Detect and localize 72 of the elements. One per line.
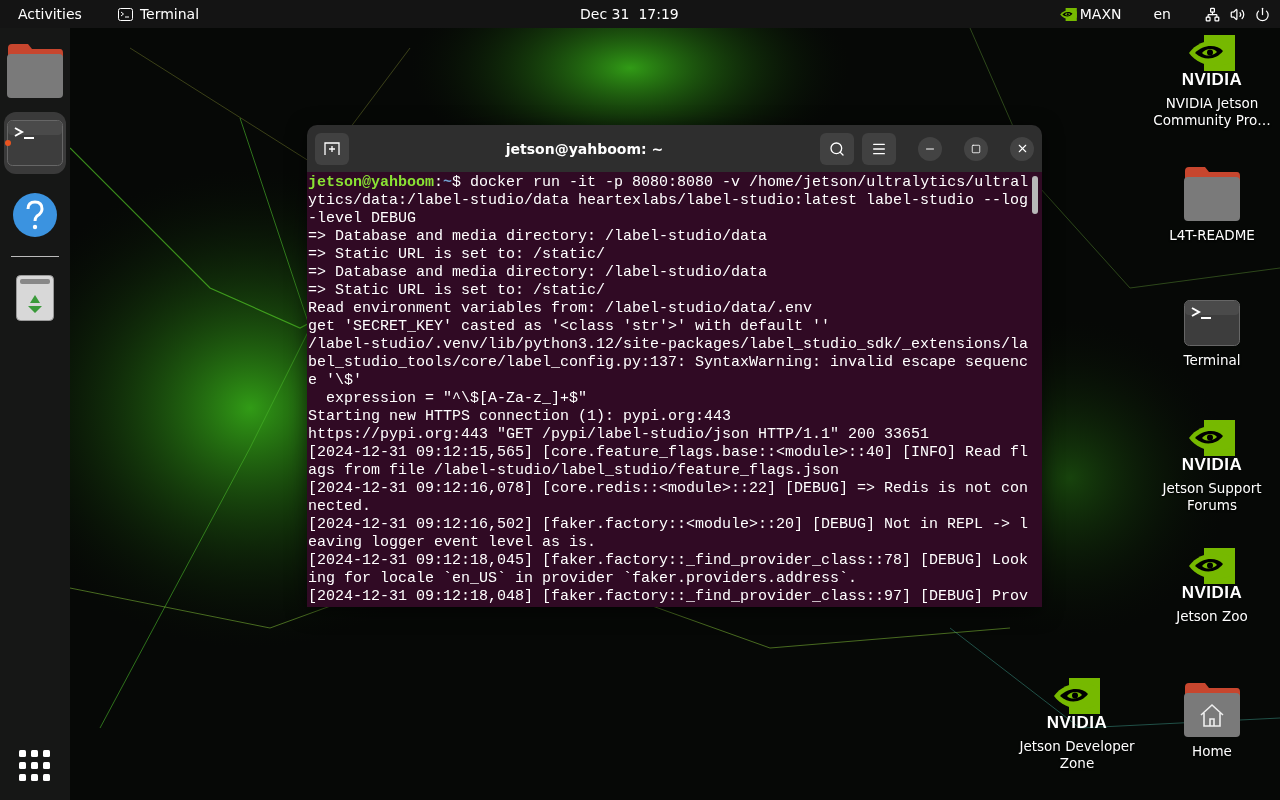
folder-icon: [1183, 167, 1241, 221]
home-folder-icon: [1183, 683, 1241, 737]
power-icon[interactable]: [1255, 6, 1270, 22]
volume-icon[interactable]: [1230, 6, 1245, 22]
desktop-icon-label[interactable]: NVIDIA Jetson Community Pro…: [1147, 95, 1277, 129]
logo-wordmark: NVIDIA: [1046, 714, 1108, 732]
terminal-line: /label-studio/.venv/lib/python3.12/site-packages/label_studio_sdk/_extensions/la: [308, 336, 1030, 354]
app-menu[interactable]: Terminal: [139, 6, 200, 22]
maximize-button[interactable]: [964, 136, 988, 161]
eye-logo-icon: [1054, 678, 1100, 714]
scrollbar-thumb[interactable]: [1032, 176, 1038, 214]
terminal-line: -level DEBUG: [308, 210, 418, 228]
desktop-icon-label[interactable]: Terminal: [1183, 352, 1241, 369]
terminal-line: [2024-12-31 09:12:18,048] [faker.factory::_find_provider_class::97] [DEBUG] Prov: [308, 588, 1030, 606]
search-icon: [829, 140, 845, 157]
terminal-line: => Static URL is set to: /static/: [308, 246, 607, 264]
app-grid-icon[interactable]: [19, 750, 51, 782]
desktop-icon-label[interactable]: Jetson Developer Zone: [1012, 738, 1142, 772]
clock-time[interactable]: 17:19: [638, 6, 679, 22]
terminal-line: => Database and media directory: /label-studio/data: [308, 264, 769, 282]
terminal-line: [2024-12-31 09:12:16,502] [faker.factory::<module>::20] [DEBUG] Not in REPL -> l: [308, 516, 1030, 534]
prompt-colon: :: [434, 174, 444, 191]
terminal-line: https://pypi.org:443 "GET /pypi/label-studio/json HTTP/1.1" 200 33651: [308, 426, 931, 444]
power-mode-indicator[interactable]: MAXN: [1079, 6, 1122, 22]
new-tab-icon: [324, 141, 340, 156]
eye-logo-icon: [1189, 548, 1235, 584]
terminal-line: [2024-12-31 09:12:15,565] [core.feature_flags.base::<module>::40] [INFO] Read fl: [308, 444, 1030, 462]
terminal-app-icon: [117, 7, 133, 21]
minimize-button[interactable]: [918, 136, 942, 161]
search-button[interactable]: [820, 132, 854, 165]
terminal-line: ags from file /label-studio/label_studio/feature_flags.json: [308, 462, 841, 480]
new-tab-button[interactable]: [315, 132, 349, 165]
menu-button[interactable]: [862, 132, 896, 165]
terminal-line: [2024-12-31 09:12:18,045] [faker.factory::_find_provider_class::78] [DEBUG] Look: [308, 552, 1030, 570]
terminal-line: [2024-12-31 09:12:16,078] [core.redis::<module>::22] [DEBUG] => Redis is not con: [308, 480, 1030, 498]
terminal-line: eaving logger event level as is.: [308, 534, 598, 552]
logo-wordmark: NVIDIA: [1181, 71, 1243, 89]
help-icon: [12, 192, 58, 238]
terminal-line: => Database and media directory: /label-studio/data: [308, 228, 769, 246]
terminal-line: Starting new HTTPS connection (1): pypi.org:443: [308, 408, 733, 426]
activities-button[interactable]: Activities: [18, 6, 82, 22]
command-text: $ docker run -it -p 8080:8080 -v /home/jetson/ultralytics/ultral: [452, 174, 1029, 191]
terminal-line: nected.: [308, 498, 372, 516]
eye-logo-icon: [1189, 420, 1235, 456]
clock-date[interactable]: Dec 31: [580, 6, 630, 22]
nvidia-eye-icon: [1059, 7, 1077, 21]
network-icon[interactable]: [1205, 6, 1220, 22]
terminal-line: Read environment variables from: /label-studio/data/.env: [308, 300, 814, 318]
maximize-icon: [971, 143, 981, 154]
prompt-path: ~: [443, 174, 453, 191]
prompt-user: jetson@yahboom: [308, 174, 435, 191]
terminal-icon: [1184, 300, 1240, 346]
trash-icon: [16, 275, 54, 321]
eye-logo-icon: [1189, 35, 1235, 71]
window-title: jetson@yahboom: ~: [505, 140, 664, 157]
terminal-icon: [7, 120, 63, 166]
desktop-icon-label[interactable]: L4T-README: [1169, 227, 1255, 244]
desktop-icon-label[interactable]: Home: [1192, 743, 1232, 760]
desktop-icon-label[interactable]: Jetson Support Forums: [1147, 480, 1277, 514]
terminal-line: => Static URL is set to: /static/: [308, 282, 607, 300]
logo-wordmark: NVIDIA: [1181, 584, 1243, 602]
files-icon: [6, 44, 64, 98]
terminal-line: bel_studio_tools/core/label_config.py:137: SyntaxWarning: invalid escape sequenc: [308, 354, 1030, 372]
desktop-icon-label[interactable]: Jetson Zoo: [1176, 608, 1248, 625]
terminal-line: get 'SECRET_KEY' casted as '<class 'str'>' with default '': [308, 318, 832, 336]
terminal-line: ytics/data:/label-studio/data heartexlabs/label-studio:latest label-studio --log: [308, 192, 1030, 210]
terminal-line: expression = "^\$[A-Za-z_]+$": [325, 390, 589, 408]
language-indicator[interactable]: en: [1153, 6, 1171, 22]
terminal-line: ing for locale `en_US` in provider `faker.providers.address`.: [308, 570, 859, 588]
terminal-line: e '\$': [308, 372, 363, 390]
logo-wordmark: NVIDIA: [1181, 456, 1243, 474]
close-button[interactable]: [1010, 136, 1034, 161]
